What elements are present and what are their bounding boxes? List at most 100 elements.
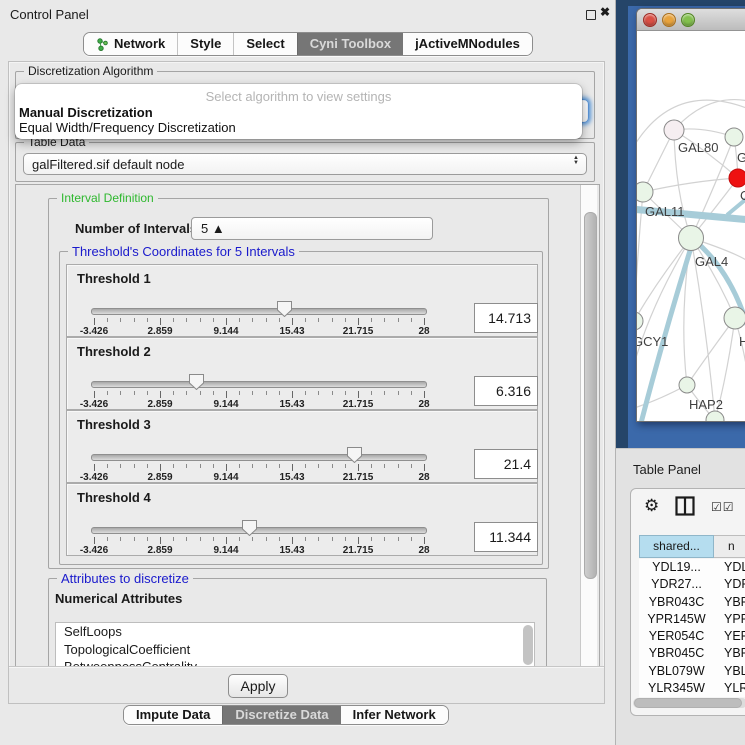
slider-tick-labels: -3.4262.8599.14415.4321.71528 [94, 326, 424, 336]
threshold-row: Threshold 2 -3.4262.8599.14415.4321.7152… [66, 337, 538, 410]
slider-thumb[interactable] [189, 374, 204, 390]
tab-discretize-data[interactable]: Discretize Data [222, 706, 340, 724]
table-hscrollbar-track[interactable] [633, 698, 745, 708]
threshold-value-field[interactable]: 6.316 [474, 376, 538, 406]
node-gal80[interactable] [664, 120, 684, 140]
combo-arrows-icon: ▲▼ [573, 156, 579, 166]
float-window-icon[interactable] [586, 10, 596, 20]
control-panel-tabbar: Network Style Select Cyni Toolbox jActiv… [83, 32, 533, 56]
network-graph: GAL80 G C GAL11 GAL4 GCY1 H HAP2 [637, 31, 745, 421]
table-row[interactable]: YER054CYER0 [639, 628, 745, 645]
numerical-attributes-label: Numerical Attributes [55, 591, 182, 606]
attribute-list-item[interactable]: TopologicalCoefficient [56, 641, 534, 659]
label-gal4: GAL4 [695, 254, 728, 269]
table-row[interactable]: YBR045CYBR0 [639, 645, 745, 662]
slider-rail[interactable] [91, 454, 427, 461]
settings-scrollbar-track[interactable] [580, 185, 597, 667]
right-region: GAL80 G C GAL11 GAL4 GCY1 H HAP2 Table P [616, 0, 745, 745]
settings-scroll-panel: Interval Definition Number of Intervals … [15, 184, 600, 668]
slider-rail[interactable] [91, 527, 427, 534]
num-intervals-value: 5 [201, 221, 208, 236]
threshold-value-field[interactable]: 21.4 [474, 449, 538, 479]
slider-thumb[interactable] [347, 447, 362, 463]
threshold-row: Threshold 3 -3.4262.8599.14415.4321.7152… [66, 410, 538, 483]
attr-list-items: SelfLoopsTopologicalCoefficientBetweenne… [56, 623, 534, 668]
node-red-selected[interactable] [729, 169, 745, 187]
threshold-row: Threshold 1 -3.4262.8599.14415.4321.7152… [66, 264, 538, 337]
algorithm-popup: Select algorithm to view settings Manual… [15, 84, 582, 139]
zoom-traffic-light-icon[interactable] [681, 13, 695, 27]
num-intervals-spinner[interactable]: 5 ▲▼ [191, 217, 433, 240]
popup-item-equal-width-frequency[interactable]: Equal Width/Frequency Discretization [19, 120, 236, 135]
node-gal11[interactable] [637, 182, 653, 202]
table-row[interactable]: YLR345WYLR3 [639, 680, 745, 697]
threshold-value-field[interactable]: 11.344 [474, 522, 538, 552]
numerical-attributes-list[interactable]: SelfLoopsTopologicalCoefficientBetweenne… [55, 622, 535, 668]
table-row[interactable]: YBR043CYBR0 [639, 594, 745, 611]
attr-list-scrollbar-thumb[interactable] [523, 625, 533, 665]
attribute-list-item[interactable]: SelfLoops [56, 623, 534, 641]
slider-rail[interactable] [91, 381, 427, 388]
minimize-traffic-light-icon[interactable] [662, 13, 676, 27]
table-data-group: Table Data galFiltered.sif default node … [15, 142, 595, 182]
threshold-label: Threshold 3 [77, 417, 151, 432]
thresholds-group-title: Threshold's Coordinates for 5 Intervals [68, 244, 299, 259]
apply-button[interactable]: Apply [228, 674, 288, 698]
network-view-zone: GAL80 G C GAL11 GAL4 GCY1 H HAP2 [616, 0, 745, 448]
table-header: shared... n [639, 535, 745, 558]
thresholds-group: Threshold's Coordinates for 5 Intervals … [59, 251, 543, 565]
slider-tick-labels: -3.4262.8599.14415.4321.71528 [94, 545, 424, 555]
interval-definition-group: Interval Definition Number of Intervals … [48, 198, 549, 569]
popup-item-manual-discretization[interactable]: Manual Discretization [19, 105, 153, 120]
table-row[interactable]: YDR27...YDR2 [639, 576, 745, 593]
bottom-tabbar: Impute Data Discretize Data Infer Networ… [123, 705, 449, 725]
threshold-label: Threshold 1 [77, 271, 151, 286]
discretization-algorithm-title: Discretization Algorithm [24, 64, 157, 78]
tab-select[interactable]: Select [233, 33, 296, 55]
network-window-titlebar[interactable] [637, 9, 745, 31]
attributes-group-title: Attributes to discretize [57, 571, 193, 586]
slider-thumb[interactable] [242, 520, 257, 536]
interval-definition-title: Interval Definition [57, 191, 158, 205]
label-c-partial: C [740, 188, 745, 203]
network-icon [96, 38, 109, 51]
table-body: YDL19...YDL1YDR27...YDR2YBR043CYBR0YPR14… [639, 559, 745, 697]
tab-style[interactable]: Style [177, 33, 233, 55]
settings-scrollbar-thumb[interactable] [584, 212, 597, 579]
popup-hint: Select algorithm to view settings [15, 89, 582, 104]
control-panel-window: Control Panel ✖ Network Style Select Cyn… [0, 0, 616, 745]
tab-cyni-toolbox[interactable]: Cyni Toolbox [297, 33, 403, 55]
threshold-value-field[interactable]: 14.713 [474, 303, 538, 333]
column-header-shared-name[interactable]: shared... [639, 535, 714, 558]
close-traffic-light-icon[interactable] [643, 13, 657, 27]
network-canvas[interactable]: GAL80 G C GAL11 GAL4 GCY1 H HAP2 [637, 31, 745, 421]
table-row[interactable]: YPR145WYPR1 [639, 611, 745, 628]
gear-icon[interactable]: ⚙ [644, 496, 659, 516]
tab-network[interactable]: Network [84, 33, 177, 55]
close-icon[interactable]: ✖ [600, 5, 610, 19]
label-gcy1: GCY1 [637, 334, 668, 349]
tab-jactivemnodules[interactable]: jActiveMNodules [403, 33, 532, 55]
node-hap2[interactable] [679, 377, 695, 393]
table-data-combobox[interactable]: galFiltered.sif default node ▲▼ [23, 153, 587, 175]
label-g-partial: G [737, 150, 745, 165]
slider-ticks [94, 391, 424, 399]
node-h[interactable] [724, 307, 745, 329]
tab-network-label: Network [114, 33, 165, 55]
node-gcy1[interactable] [637, 312, 643, 330]
table-row[interactable]: YBL079WYBL0 [639, 663, 745, 680]
split-view-icon[interactable] [675, 496, 695, 516]
slider-thumb[interactable] [277, 301, 292, 317]
table-data-combobox-value: galFiltered.sif default node [32, 157, 184, 172]
node-gal4[interactable] [679, 226, 704, 251]
tab-impute-data[interactable]: Impute Data [124, 706, 222, 724]
tab-infer-network[interactable]: Infer Network [341, 706, 448, 724]
slider-rail[interactable] [91, 308, 427, 315]
checkbox-icons[interactable]: ☑☑ [711, 500, 735, 514]
apply-row: Apply [9, 666, 604, 703]
table-row[interactable]: YDL19...YDL1 [639, 559, 745, 576]
node-top-right[interactable] [725, 128, 743, 146]
column-header-name[interactable]: n [714, 535, 745, 558]
label-hap2: HAP2 [689, 397, 723, 412]
table-hscrollbar-thumb[interactable] [634, 698, 742, 708]
